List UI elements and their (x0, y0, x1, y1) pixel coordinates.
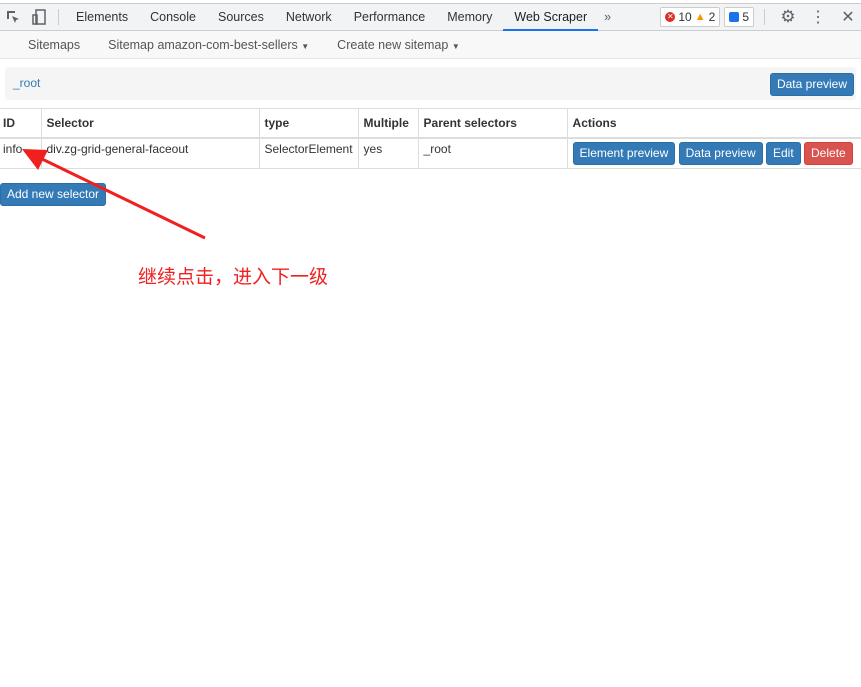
annotation-text: 继续点击，进入下一级 (138, 266, 329, 288)
annotation-arrow-icon (22, 149, 206, 240)
